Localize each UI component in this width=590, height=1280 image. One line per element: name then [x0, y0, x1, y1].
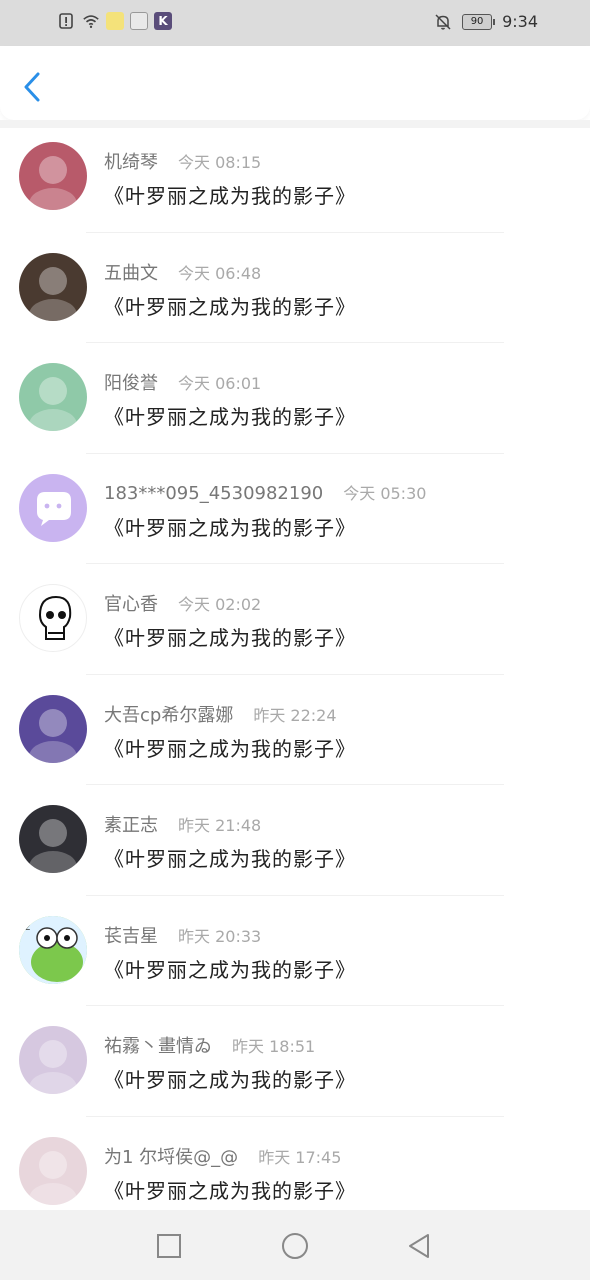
triangle-back-icon[interactable] — [405, 1232, 433, 1260]
avatar-skull-drawing-icon[interactable] — [19, 584, 87, 652]
app-icon-k: K — [154, 12, 172, 30]
avatar-pony-icon[interactable] — [19, 694, 87, 763]
avatar-image-icon — [29, 819, 77, 873]
sender-name[interactable]: 为1 尔埒侯@_@ — [104, 1143, 238, 1169]
timestamp: 今天 06:48 — [178, 263, 262, 283]
list-item[interactable]: 阳俊誉 今天 06:01 《叶罗丽之成为我的影子》 — [0, 343, 590, 454]
timestamp: 昨天 22:24 — [253, 705, 337, 725]
chevron-left-icon — [24, 72, 40, 102]
message-meta: 183***095_4530982190 今天 05:30 — [104, 480, 426, 504]
avatar-photo-person-icon[interactable] — [19, 252, 87, 321]
timestamp: 昨天 21:48 — [178, 816, 262, 835]
message-meta: 官心香 今天 02:02 — [104, 590, 261, 616]
message-text: 《叶罗丽之成为我的影子》 — [104, 1178, 356, 1203]
message-text: 《叶罗丽之成为我的影子》 — [104, 405, 356, 429]
avatar-anime-white-hair-icon[interactable] — [19, 1026, 87, 1094]
timestamp: 昨天 20:33 — [178, 926, 262, 946]
list-item[interactable]: 大吾cp希尔露娜 昨天 22:24 《叶罗丽之成为我的影子》 — [0, 675, 590, 785]
back-button[interactable] — [16, 66, 50, 106]
message-text: 《叶罗丽之成为我的影子》 — [104, 184, 356, 208]
sender-name[interactable]: 祐霧丶畫情ゐ — [104, 1032, 212, 1058]
sender-name[interactable]: 大吾cp希尔露娜 — [104, 701, 233, 727]
app-icon-2 — [130, 12, 148, 30]
message-meta: 机绮琴 今天 08:15 — [104, 148, 261, 174]
message-meta: 五曲文 今天 06:48 — [104, 259, 261, 285]
message-text: 《叶罗丽之成为我的影子》 — [104, 847, 356, 871]
avatar-image-icon — [29, 708, 77, 763]
alert-icon — [59, 13, 73, 29]
message-meta: 苌吉星 昨天 20:33 — [104, 922, 261, 948]
list-item[interactable]: 素正志 昨天 21:48 《叶罗丽之成为我的影子》 — [0, 785, 590, 896]
list-item[interactable]: 祐霧丶畫情ゐ 昨天 18:51 《叶罗丽之成为我的影子》 — [0, 1006, 590, 1117]
status-icons-right: 90 9:34 — [434, 12, 538, 31]
message-meta: 为1 尔埒侯@_@ 昨天 17:45 — [104, 1143, 341, 1169]
battery-indicator: 90 — [462, 13, 496, 30]
wifi-icon — [83, 15, 99, 29]
status-time: 9:34 — [502, 12, 538, 31]
svg-text:z: z — [25, 922, 30, 933]
message-text: 《叶罗丽之成为我的影子》 — [104, 736, 356, 761]
list-item[interactable]: 五曲文 今天 06:48 《叶罗丽之成为我的影子》 — [0, 233, 590, 343]
message-text: 《叶罗丽之成为我的影子》 — [104, 515, 356, 540]
app-icon-1 — [106, 12, 124, 30]
timestamp: 今天 05:30 — [343, 483, 427, 503]
list-item[interactable]: z 苌吉星 昨天 20:33 《叶罗丽之成为我的影子》 — [0, 896, 590, 1006]
avatar-image-icon — [29, 1150, 77, 1205]
bell-off-icon — [435, 13, 451, 30]
sender-name[interactable]: 机绮琴 — [104, 148, 158, 174]
message-meta: 阳俊誉 今天 06:01 — [104, 369, 261, 395]
top-app-bar — [0, 46, 590, 120]
sender-name[interactable]: 五曲文 — [104, 259, 158, 285]
list-item[interactable]: 官心香 今天 02:02 《叶罗丽之成为我的影子》 — [0, 564, 590, 675]
message-meta: 祐霧丶畫情ゐ 昨天 18:51 — [104, 1032, 315, 1058]
status-bar: K 90 9:34 — [0, 0, 590, 46]
message-text: 《叶罗丽之成为我的影子》 — [104, 294, 356, 319]
timestamp: 今天 06:01 — [178, 374, 262, 393]
avatar-default-chat-icon[interactable] — [19, 473, 87, 542]
sender-name[interactable]: 183***095_4530982190 — [104, 483, 323, 504]
message-text: 《叶罗丽之成为我的影子》 — [104, 957, 356, 982]
avatar-anime-girl-red-icon[interactable] — [19, 142, 87, 210]
timestamp: 今天 02:02 — [178, 595, 262, 614]
avatar-anime-green-icon[interactable] — [19, 363, 87, 431]
timestamp: 昨天 18:51 — [232, 1037, 316, 1056]
avatar-image-icon — [29, 266, 77, 321]
message-text: 《叶罗丽之成为我的影子》 — [104, 626, 356, 650]
avatar-anime-boy-icon[interactable] — [19, 1136, 87, 1205]
sender-name[interactable]: 官心香 — [104, 590, 158, 616]
message-list: 机绮琴 今天 08:15 《叶罗丽之成为我的影子》 五曲文 今天 06:48 《叶罗丽之成… — [0, 122, 590, 1227]
avatar-image-icon — [29, 156, 77, 210]
circle-icon[interactable] — [281, 1232, 309, 1260]
avatar-frog-icon[interactable]: z — [19, 915, 87, 984]
message-meta: 素正志 昨天 21:48 — [104, 811, 261, 837]
square-icon[interactable] — [155, 1232, 183, 1260]
system-nav-bar — [0, 1210, 590, 1280]
avatar-image-icon — [29, 377, 77, 431]
list-item[interactable]: 机绮琴 今天 08:15 《叶罗丽之成为我的影子》 — [0, 122, 590, 233]
sender-name[interactable]: 阳俊誉 — [104, 369, 158, 395]
message-text: 《叶罗丽之成为我的影子》 — [104, 1068, 356, 1092]
avatar-image-icon — [29, 1040, 77, 1094]
sender-name[interactable]: 素正志 — [104, 811, 158, 837]
skull-icon — [38, 595, 72, 640]
status-icons-left: K — [58, 12, 172, 30]
frog-icon: z — [19, 915, 87, 984]
timestamp: 今天 08:15 — [178, 153, 262, 172]
avatar-group-photo-icon[interactable] — [19, 805, 87, 873]
chat-bubble-icon — [37, 491, 71, 526]
timestamp: 昨天 17:45 — [258, 1147, 342, 1167]
sender-name[interactable]: 苌吉星 — [104, 922, 158, 948]
message-meta: 大吾cp希尔露娜 昨天 22:24 — [104, 701, 337, 727]
list-item[interactable]: 183***095_4530982190 今天 05:30 《叶罗丽之成为我的影子》 — [0, 454, 590, 564]
